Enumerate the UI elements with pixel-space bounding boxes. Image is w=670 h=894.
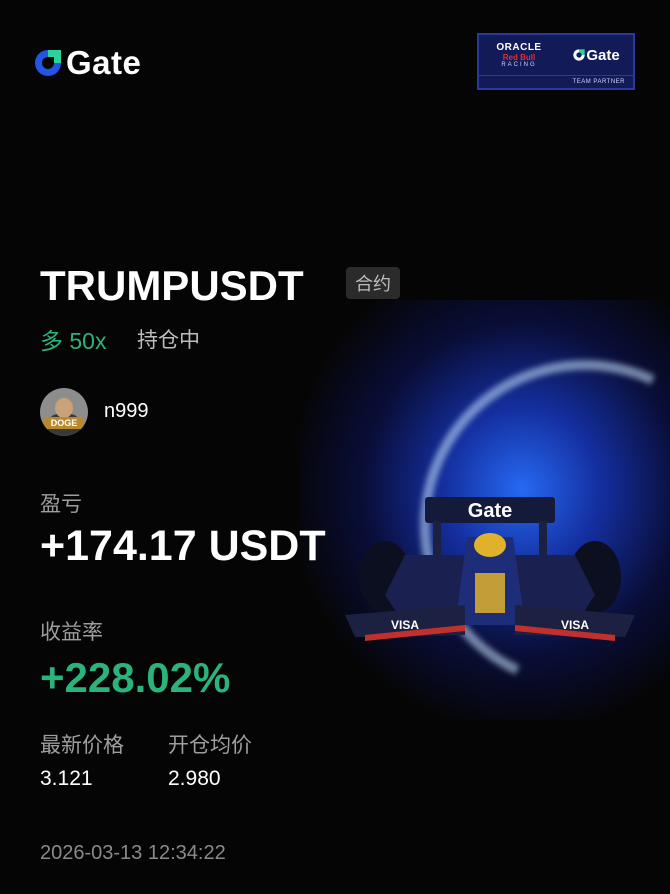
contract-badge: 合约: [346, 267, 400, 299]
racing-wordmark: RACING: [501, 62, 537, 68]
share-timestamp: 2026-03-13 12:34:22: [40, 842, 226, 864]
team-partner-caption: TEAM PARTNER: [479, 75, 633, 88]
f1-car-image: Gate VISA VISA: [345, 497, 635, 641]
car-sponsor-left: VISA: [391, 618, 419, 632]
avatar: DOGE: [40, 388, 88, 436]
entry-price-value: 2.980: [168, 767, 221, 790]
partner-gate-wordmark: Gate: [586, 46, 620, 64]
position-status: 持仓中: [137, 329, 200, 352]
car-wing-gate-text: Gate: [468, 500, 512, 522]
roi-label: 收益率: [40, 621, 103, 644]
gate-logo-icon: [35, 50, 61, 76]
pnl-value: +174.17 USDT: [40, 522, 326, 570]
pnl-label: 盈亏: [40, 493, 82, 516]
latest-price-value: 3.121: [40, 767, 93, 790]
redbull-wordmark: Red Bull: [502, 53, 536, 62]
username: n999: [104, 400, 149, 422]
position-direction-leverage: 多 50x: [40, 328, 107, 354]
gate-logo-text: Gate: [66, 44, 142, 81]
avatar-doge-text: DOGE: [44, 417, 84, 429]
latest-price-label: 最新价格: [40, 734, 124, 757]
car-sponsor-right: VISA: [561, 618, 589, 632]
partner-gate-icon: [573, 49, 585, 61]
roi-value: +228.02%: [40, 654, 231, 701]
entry-price-label: 开仓均价: [168, 734, 252, 757]
team-partner-badge: ORACLE Red Bull RACING Gate TEAM PARTNER: [477, 33, 635, 90]
oracle-wordmark: ORACLE: [496, 42, 542, 53]
trading-pair: TRUMPUSDT: [40, 262, 304, 309]
gate-logo: Gate: [32, 44, 141, 82]
